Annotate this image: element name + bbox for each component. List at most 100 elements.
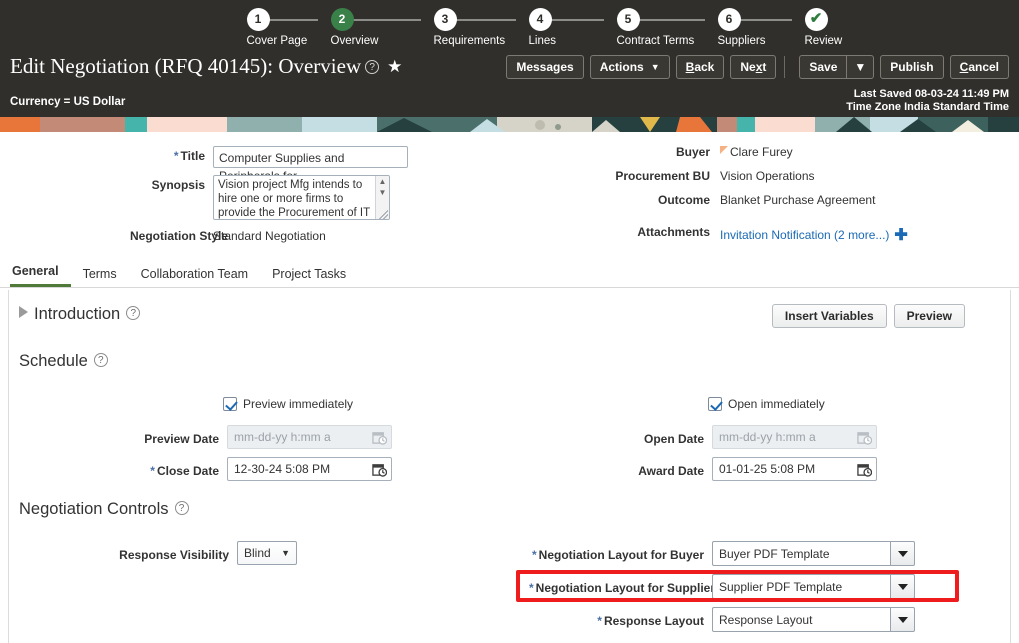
train-step-marker: 1 — [246, 8, 270, 31]
open-date-row: Open Date mm-dd-yy h:mm a — [599, 425, 877, 449]
response-layout-dropdown-icon[interactable] — [890, 607, 915, 632]
save-dropdown-icon[interactable]: ▼ — [846, 55, 875, 79]
preview-date-placeholder: mm-dd-yy h:mm a — [234, 430, 331, 444]
open-immediately-checkbox[interactable] — [708, 397, 722, 411]
outcome-value: Blanket Purchase Agreement — [720, 193, 876, 207]
preview-date-input: mm-dd-yy h:mm a — [227, 425, 392, 449]
save-button[interactable]: Save — [799, 55, 847, 79]
tab-terms[interactable]: Terms — [71, 267, 129, 287]
title-label: * Title — [173, 149, 205, 163]
chevron-down-icon: ▼ — [650, 62, 660, 72]
next-button[interactable]: Ne x t — [730, 55, 777, 79]
required-marker: * — [529, 581, 534, 595]
award-date-input[interactable]: 01-01-25 5:08 PM — [712, 457, 877, 481]
decorative-banner-strip — [0, 117, 1019, 132]
open-immediately-row[interactable]: Open immediately — [708, 397, 825, 411]
page-title-text: Edit Negotiation (RFQ 40145): Overview — [10, 54, 362, 78]
overview-summary-form: *Title Computer Supplies and Peripherals… — [0, 140, 1019, 250]
negotiation-controls-help-icon[interactable]: ? — [174, 501, 189, 515]
train-step-marker: 6 — [717, 8, 741, 31]
response-layout-input[interactable]: Response Layout — [712, 607, 890, 632]
open-immediately-label: Open immediately — [728, 397, 825, 411]
actions-label: Actions — [599, 60, 644, 74]
synopsis-field-row: Synopsis Vision project Mfg intends to h… — [130, 175, 420, 220]
back-button[interactable]: Back — [675, 55, 725, 79]
train-connector — [446, 19, 516, 21]
schedule-help-icon[interactable]: ? — [93, 353, 108, 367]
attachments-label: Attachments — [637, 225, 710, 239]
toolbar-divider — [784, 56, 786, 78]
tab-collaboration-team[interactable]: Collaboration Team — [129, 267, 260, 287]
response-layout-label: * Response Layout — [597, 614, 704, 628]
layout-supplier-row: * Negotiation Layout for Supplier Supplie… — [529, 574, 915, 599]
chevron-down-icon: ▼ — [281, 548, 290, 558]
introduction-heading: Introduction? — [19, 305, 141, 324]
required-marker: * — [150, 463, 155, 478]
calendar-clock-icon[interactable] — [857, 462, 872, 477]
section-tabs: General Terms Collaboration Team Project Ta… — [0, 262, 1019, 288]
synopsis-label: Synopsis — [151, 178, 205, 192]
resize-grip-icon[interactable] — [379, 210, 388, 219]
calendar-clock-icon[interactable] — [372, 462, 387, 477]
close-date-input[interactable]: 12-30-24 5:08 PM — [227, 457, 392, 481]
award-date-value: 01-01-25 5:08 PM — [719, 462, 816, 476]
attachment-link[interactable]: Invitation Notification (2 more...) — [720, 228, 889, 242]
cancel-button[interactable]: Cancel — [949, 55, 1009, 79]
buyer-row: Buyer Clare Furey — [600, 142, 793, 159]
scroll-up-icon[interactable]: ▲ — [376, 176, 389, 187]
preview-immediately-row[interactable]: Preview immediately — [223, 397, 353, 411]
layout-buyer-lov: Buyer PDF Template — [712, 541, 915, 566]
negotiation-style-label: Negotiation Style — [130, 229, 229, 243]
preview-button[interactable]: Preview — [893, 304, 965, 328]
page-help-icon[interactable]: ? — [365, 60, 380, 74]
currency-text: Currency = US Dollar — [10, 96, 126, 108]
synopsis-textarea[interactable]: Vision project Mfg intends to hire one o… — [213, 175, 390, 220]
layout-buyer-dropdown-icon[interactable] — [890, 541, 915, 566]
open-date-label: Open Date — [643, 431, 704, 446]
preview-date-row: Preview Date mm-dd-yy h:mm a — [114, 425, 392, 449]
open-date-placeholder: mm-dd-yy h:mm a — [719, 430, 816, 444]
outcome-row: Outcome Blanket Purchase Agreement — [600, 190, 875, 207]
buyer-label: Buyer — [675, 145, 710, 159]
scroll-down-icon[interactable]: ▼ — [376, 187, 389, 198]
progress-train: 1 Cover Page 2 Overview 3 Requirements 4 Lines 5… — [246, 8, 843, 47]
page-title: Edit Negotiation (RFQ 40145): Overview? ★ — [10, 54, 402, 79]
layout-supplier-dropdown-icon[interactable] — [890, 574, 915, 599]
publish-button[interactable]: Publish — [880, 55, 944, 79]
buyer-value: Clare Furey — [720, 142, 793, 159]
open-date-input: mm-dd-yy h:mm a — [712, 425, 877, 449]
preview-immediately-checkbox[interactable] — [223, 397, 237, 411]
procurement-bu-row: Procurement BU Vision Operations — [600, 166, 815, 183]
back-label: ack — [694, 60, 715, 74]
introduction-actions: Insert Variables Preview — [771, 304, 965, 328]
outcome-label: Outcome — [657, 193, 710, 207]
save-status: Last Saved 08-03-24 11:49 PM Time Zone I… — [846, 88, 1009, 114]
disclosure-triangle-icon[interactable] — [19, 306, 28, 318]
response-visibility-label: Response Visibility — [119, 547, 229, 562]
response-visibility-row: Response Visibility Blind ▼ — [114, 541, 297, 565]
required-marker: * — [597, 614, 602, 628]
response-layout-row: * Response Layout Response Layout — [529, 607, 915, 632]
title-input[interactable]: Computer Supplies and Peripherals for — [213, 146, 408, 183]
messages-button[interactable]: Messages — [506, 55, 584, 79]
response-visibility-select[interactable]: Blind ▼ — [237, 541, 297, 565]
required-marker: * — [173, 149, 179, 163]
layout-buyer-input[interactable]: Buyer PDF Template — [712, 541, 890, 566]
introduction-help-icon[interactable]: ? — [126, 306, 141, 320]
response-layout-lov: Response Layout — [712, 607, 915, 632]
layout-supplier-input[interactable]: Supplier PDF Template — [712, 574, 890, 599]
train-step-marker: 5 — [616, 8, 640, 31]
actions-menu-button[interactable]: Actions ▼ — [589, 55, 670, 79]
tab-project-tasks[interactable]: Project Tasks — [260, 267, 358, 287]
layout-buyer-row: * Negotiation Layout for Buyer Buyer PDF … — [529, 541, 915, 566]
procurement-bu-value: Vision Operations — [720, 169, 815, 183]
attachments-row: Attachments Invitation Notification (2 m… — [600, 222, 908, 245]
close-date-label: * Close Date — [150, 463, 219, 478]
tab-general[interactable]: General — [10, 264, 71, 287]
insert-variables-button[interactable]: Insert Variables — [771, 304, 887, 328]
negotiation-controls-heading: Negotiation Controls? — [19, 500, 189, 519]
favorite-star-icon[interactable]: ★ — [387, 57, 402, 76]
award-date-label: Award Date — [638, 463, 704, 478]
response-visibility-value: Blind — [244, 546, 271, 560]
add-plus-icon[interactable]: ✚ — [894, 227, 907, 244]
